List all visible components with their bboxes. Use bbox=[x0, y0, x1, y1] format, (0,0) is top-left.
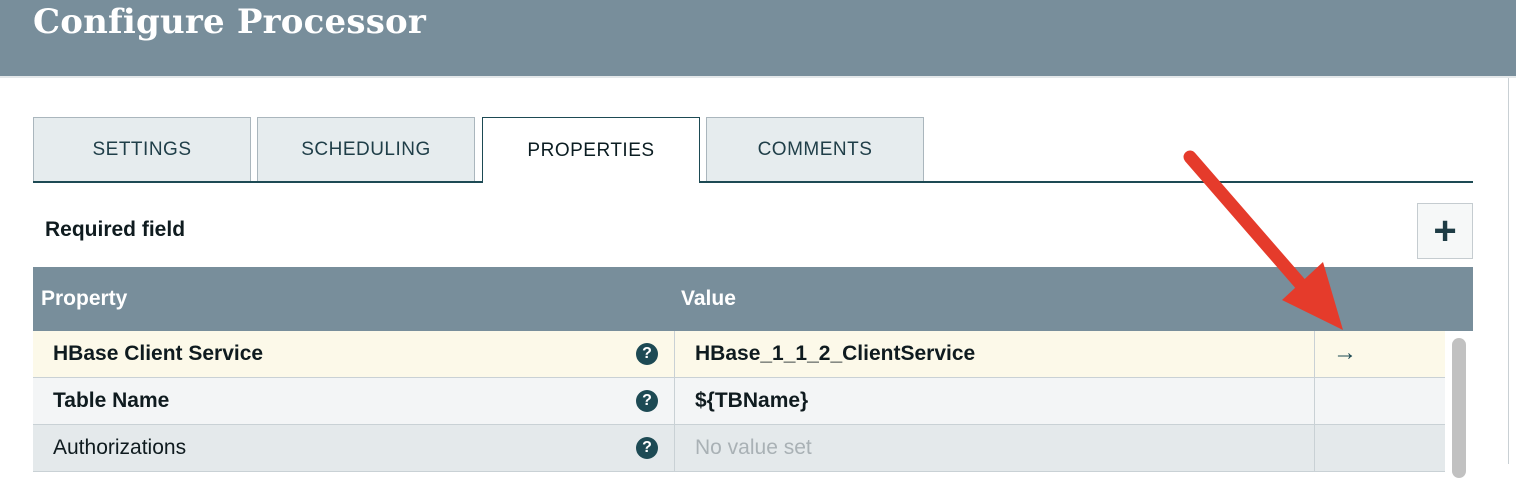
column-header-value: Value bbox=[681, 287, 736, 310]
tab-comments[interactable]: COMMENTS bbox=[706, 117, 924, 181]
table-row[interactable]: HBase Client Service ? HBase_1_1_2_Clien… bbox=[33, 331, 1445, 378]
help-icon[interactable]: ? bbox=[636, 343, 658, 365]
dialog-header: Configure Processor bbox=[0, 0, 1516, 76]
tab-properties[interactable]: PROPERTIES bbox=[482, 117, 700, 183]
help-icon[interactable]: ? bbox=[636, 390, 658, 412]
column-header-property: Property bbox=[41, 287, 128, 310]
table-row[interactable]: Table Name ? ${TBName} bbox=[33, 378, 1445, 425]
column-divider bbox=[1314, 425, 1315, 472]
help-icon[interactable]: ? bbox=[636, 437, 658, 459]
add-property-button[interactable]: + bbox=[1417, 203, 1473, 259]
table-row[interactable]: Authorizations ? No value set bbox=[33, 425, 1445, 472]
column-divider bbox=[674, 425, 675, 472]
property-value[interactable]: ${TBName} bbox=[695, 389, 808, 413]
go-to-arrow-icon[interactable]: → bbox=[1333, 339, 1357, 367]
property-name: Table Name bbox=[53, 389, 170, 412]
properties-table-header: Property Value bbox=[33, 267, 1473, 331]
dialog-title: Configure Processor bbox=[33, 2, 427, 42]
header-divider bbox=[0, 76, 1516, 78]
property-value[interactable]: HBase_1_1_2_ClientService bbox=[695, 342, 975, 366]
column-divider bbox=[1314, 378, 1315, 425]
column-divider bbox=[674, 378, 675, 425]
column-divider bbox=[1314, 331, 1315, 378]
tab-scheduling[interactable]: SCHEDULING bbox=[257, 117, 475, 181]
property-name: Authorizations bbox=[53, 436, 187, 459]
tab-settings[interactable]: SETTINGS bbox=[33, 117, 251, 181]
column-divider bbox=[674, 331, 675, 378]
property-name: HBase Client Service bbox=[53, 342, 264, 365]
tab-underline bbox=[33, 181, 1473, 183]
property-value-empty[interactable]: No value set bbox=[695, 436, 812, 460]
required-field-label: Required field bbox=[45, 218, 186, 241]
add-icon: + bbox=[1433, 209, 1457, 253]
table-scrollbar-thumb[interactable] bbox=[1452, 338, 1466, 478]
dialog-scroll-edge bbox=[1508, 78, 1516, 464]
